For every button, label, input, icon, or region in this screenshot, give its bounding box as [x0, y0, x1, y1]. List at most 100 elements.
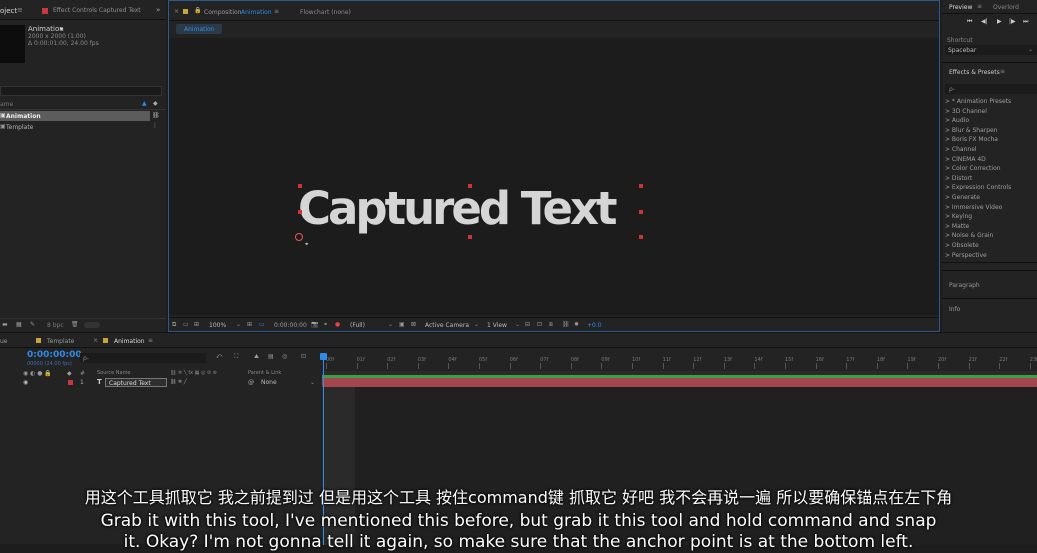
- comp-duration: Δ 0:00:01:00, 24.00 fps: [28, 40, 99, 47]
- selection-handle[interactable]: [298, 184, 302, 188]
- effects-presets-title[interactable]: Effects & Presets: [949, 69, 1000, 77]
- menu-icon[interactable]: ≡: [977, 3, 982, 11]
- selection-handle[interactable]: [639, 235, 643, 239]
- effect-category-item[interactable]: > Obsolete: [945, 241, 1037, 251]
- thumbnail-slider[interactable]: [84, 322, 100, 328]
- snapshot-camera-icon[interactable]: 📷: [311, 321, 318, 329]
- region-icon[interactable]: ▭: [183, 321, 189, 329]
- shortcut-dropdown[interactable]: Spacebar ⌄: [945, 45, 1037, 55]
- effect-category-item[interactable]: > Distort: [945, 174, 1037, 184]
- selection-handle[interactable]: [468, 235, 472, 239]
- effect-category-item[interactable]: > Perspective: [945, 251, 1037, 261]
- exposure-icon[interactable]: ✹: [574, 321, 579, 329]
- effect-category-item[interactable]: > Keying: [945, 212, 1037, 222]
- comp-viewer[interactable]: Captured Text ⌖: [169, 38, 939, 315]
- playback-controls: ⏮ ◀| ▶ |▶ ⏭: [967, 18, 1037, 28]
- views-dropdown[interactable]: 1 View: [487, 322, 507, 330]
- menu-icon[interactable]: ≡: [1000, 68, 1005, 76]
- comp-tab-prefix[interactable]: Composition: [204, 9, 241, 17]
- comp-item-icon: ▣: [0, 123, 6, 130]
- canvas-text-layer[interactable]: Captured Text: [298, 182, 643, 236]
- name-column-label[interactable]: ame: [0, 101, 13, 109]
- effect-category-item[interactable]: > Channel: [945, 145, 1037, 155]
- ruler-tick-label: 05f: [479, 357, 488, 363]
- selection-handle[interactable]: [298, 210, 302, 214]
- new-comp-icon[interactable]: ✎: [30, 321, 35, 329]
- interpret-footage-icon[interactable]: ▬: [2, 321, 8, 329]
- new-folder-icon[interactable]: ▦: [16, 321, 22, 329]
- color-channel-icon[interactable]: ●: [335, 321, 340, 329]
- effect-category-item[interactable]: > * Animation Presets: [945, 97, 1037, 107]
- grid-guides-icon[interactable]: ⊞: [247, 321, 252, 329]
- playhead-handle[interactable]: [320, 353, 327, 360]
- toggle-pixel-aspect-icon[interactable]: ⊟: [525, 321, 530, 329]
- close-tab-icon[interactable]: ×: [174, 8, 179, 16]
- comp-menu-icon[interactable]: ≡: [274, 8, 279, 16]
- effect-category-item[interactable]: > Generate: [945, 193, 1037, 203]
- anchor-point-icon[interactable]: [295, 233, 303, 241]
- exposure-value[interactable]: +0.0: [587, 322, 602, 330]
- flowchart-tab[interactable]: Flowchart (none): [300, 9, 351, 17]
- label-tag-icon[interactable]: ◆: [153, 100, 158, 108]
- effect-category-item[interactable]: > Noise & Grain: [945, 231, 1037, 241]
- effect-category-item[interactable]: > 3D Channel: [945, 107, 1037, 117]
- comp-tab-name[interactable]: Animation: [241, 9, 272, 17]
- effect-category-item[interactable]: > Expression Controls: [945, 183, 1037, 193]
- effects-search-field[interactable]: ρ-: [945, 84, 1037, 94]
- layer-duration-bar[interactable]: [322, 378, 1037, 387]
- selection-handle[interactable]: [639, 210, 643, 214]
- tab-project[interactable]: oject: [0, 7, 17, 16]
- info-panel-title[interactable]: Info: [949, 306, 960, 314]
- tab-preview[interactable]: Preview: [949, 4, 972, 12]
- show-snapshot-icon[interactable]: ⚭: [323, 321, 328, 329]
- effect-category-item[interactable]: > Immersive Video: [945, 203, 1037, 213]
- breadcrumb-label: Animation: [184, 26, 215, 33]
- comp-breadcrumb[interactable]: Animation: [176, 24, 222, 34]
- fast-previews-icon[interactable]: ⊡: [537, 321, 542, 329]
- subtitle-line-en-1: Grab it with this tool, I've mentioned t…: [100, 511, 937, 531]
- effect-category-item[interactable]: > Boris FX Mocha: [945, 135, 1037, 145]
- chevron-down-icon[interactable]: ⌄: [388, 321, 393, 329]
- effect-category-item[interactable]: > Matte: [945, 222, 1037, 232]
- project-item-template[interactable]: ▣ Template: [0, 122, 150, 132]
- bpc-label[interactable]: 8 bpc: [47, 322, 64, 330]
- selection-handle[interactable]: [639, 184, 643, 188]
- tab-overlord[interactable]: Overlord: [993, 4, 1019, 12]
- flowchart-icon[interactable]: ⛓: [152, 112, 160, 120]
- camera-dropdown[interactable]: Active Camera: [425, 322, 469, 330]
- chevron-down-icon[interactable]: ⌄: [236, 321, 241, 329]
- panel-overflow-icon[interactable]: »: [156, 6, 160, 15]
- mask-path-icon[interactable]: ▭: [259, 321, 265, 329]
- mask-visibility-icon[interactable]: ⊞: [194, 321, 199, 329]
- effect-category-item[interactable]: > Blur & Sharpen: [945, 126, 1037, 136]
- selection-handle[interactable]: [468, 184, 472, 188]
- chevron-down-icon[interactable]: ⌄: [474, 321, 479, 329]
- effect-category-item[interactable]: > Audio: [945, 116, 1037, 126]
- comp-timecode[interactable]: 0:00:00:00: [274, 322, 307, 330]
- transparency-grid-icon[interactable]: ⊠: [411, 321, 416, 329]
- trash-icon[interactable]: 🗑: [71, 321, 79, 329]
- play-icon[interactable]: ▶: [997, 18, 1002, 26]
- project-search-field[interactable]: [0, 86, 162, 96]
- always-preview-icon[interactable]: ⧉: [172, 321, 176, 329]
- flowchart-icon[interactable]: ⛓: [562, 321, 570, 329]
- resolution-dropdown[interactable]: (Full): [350, 322, 365, 330]
- sort-arrow-icon[interactable]: ▲: [142, 100, 147, 108]
- first-frame-icon[interactable]: ⏮: [967, 18, 972, 26]
- timeline-icon[interactable]: ⧈: [549, 321, 553, 329]
- ruler-tick-label: 06f: [509, 357, 518, 363]
- tab-effect-controls[interactable]: Effect Controls Captured Text: [53, 7, 141, 15]
- lock-icon[interactable]: 🔒: [194, 7, 201, 15]
- effect-category-item[interactable]: > CINEMA 4D: [945, 155, 1037, 165]
- project-item-animation[interactable]: ▣ Animation: [0, 111, 150, 121]
- last-frame-icon[interactable]: ⏭: [1023, 18, 1028, 26]
- paragraph-panel-title[interactable]: Paragraph: [949, 282, 980, 290]
- ruler-tick-label: 02f: [387, 357, 396, 363]
- zoom-dropdown[interactable]: 100%: [209, 322, 226, 330]
- next-frame-icon[interactable]: |▶: [1009, 18, 1016, 26]
- chevron-down-icon[interactable]: ⌄: [515, 321, 520, 329]
- effect-category-item[interactable]: > Color Correction: [945, 164, 1037, 174]
- menu-icon[interactable]: ≡: [17, 6, 23, 15]
- region-of-interest-icon[interactable]: ▣: [399, 321, 405, 329]
- prev-frame-icon[interactable]: ◀|: [981, 18, 988, 26]
